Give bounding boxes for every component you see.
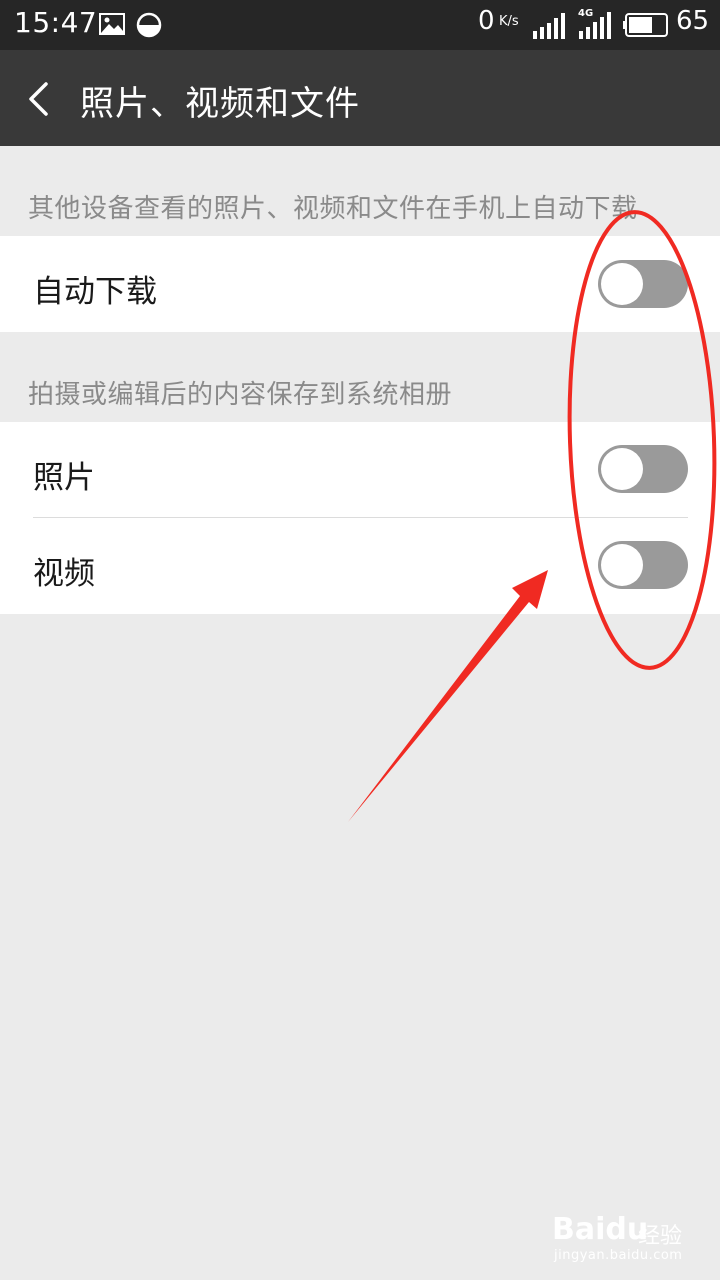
photos-toggle[interactable] <box>598 445 688 493</box>
data-saver-icon <box>136 12 162 38</box>
settings-row-auto-download[interactable]: 自动下载 <box>0 236 720 332</box>
videos-label: 视频 <box>33 556 95 592</box>
signal-icon <box>533 13 565 39</box>
status-time: 15:47 <box>14 6 98 39</box>
chevron-left-icon[interactable] <box>26 82 52 116</box>
watermark-suffix: 经验 <box>638 1224 683 1249</box>
watermark-brand: Baidu <box>552 1212 649 1247</box>
videos-toggle[interactable] <box>598 541 688 589</box>
page-title: 照片、视频和文件 <box>80 84 360 124</box>
image-icon <box>99 13 125 35</box>
auto-download-label: 自动下载 <box>33 274 157 310</box>
watermark-logo: Baidu 经验 jingyan.baidu.com <box>552 1212 692 1268</box>
battery-percent: 65 <box>676 6 710 36</box>
toggle-knob <box>601 263 643 305</box>
battery-fill <box>629 17 652 33</box>
section-header-auto-download: 其他设备查看的照片、视频和文件在手机上自动下载 <box>28 194 638 224</box>
photos-label: 照片 <box>33 460 95 496</box>
settings-row-photos[interactable]: 照片 <box>0 422 720 518</box>
watermark-domain: jingyan.baidu.com <box>554 1248 683 1263</box>
settings-row-videos[interactable]: 视频 <box>0 518 720 614</box>
status-bar: 15:47 0 K/s 4G 65 <box>0 0 720 50</box>
network-speed-value: 0 <box>478 6 495 36</box>
section-header-save-to-album: 拍摄或编辑后的内容保存到系统相册 <box>28 380 453 410</box>
battery-icon <box>623 13 668 37</box>
title-bar: 照片、视频和文件 <box>0 50 720 146</box>
network-speed-unit: K/s <box>499 14 519 29</box>
auto-download-toggle[interactable] <box>598 260 688 308</box>
toggle-knob <box>601 448 643 490</box>
signal-4g-icon <box>579 12 611 39</box>
settings-group-save-to-album: 照片 视频 <box>0 422 720 614</box>
toggle-knob <box>601 544 643 586</box>
